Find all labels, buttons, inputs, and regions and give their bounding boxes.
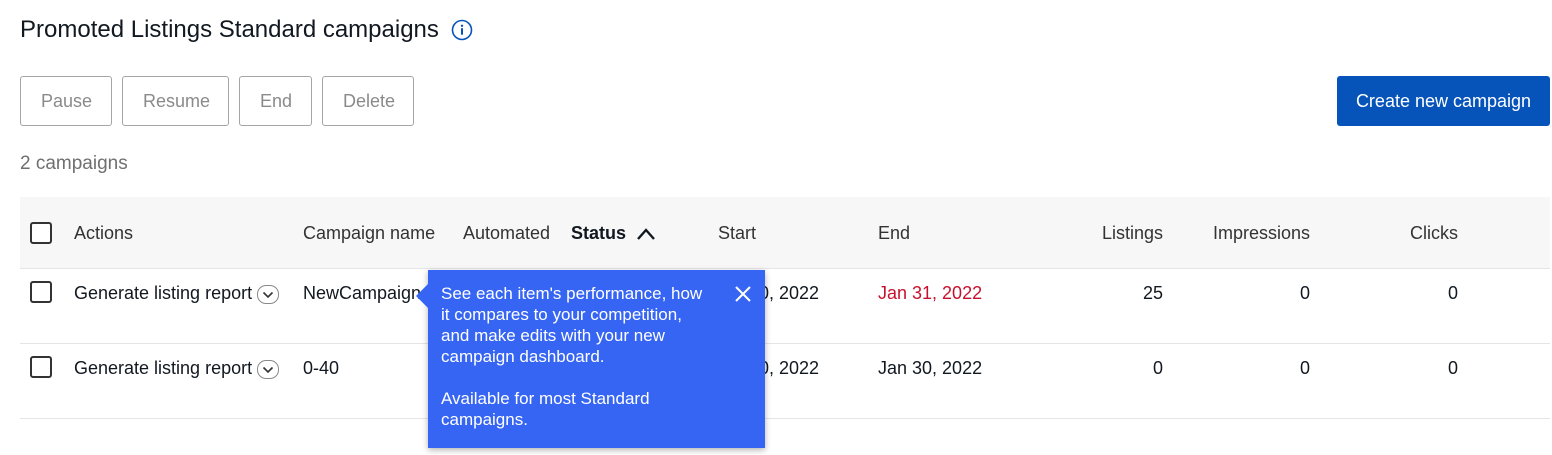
generate-report-link[interactable]: Generate listing report xyxy=(74,283,252,304)
generate-report-link[interactable]: Generate listing report xyxy=(74,358,252,379)
header-automated[interactable]: Automated xyxy=(463,223,550,244)
header-clicks[interactable]: Clicks xyxy=(1358,223,1458,244)
select-all-checkbox[interactable] xyxy=(30,222,52,244)
resume-button[interactable]: Resume xyxy=(122,76,229,126)
tooltip-text-line: campaign dashboard. xyxy=(441,347,605,366)
campaign-name-link[interactable]: NewCampaign xyxy=(303,283,421,304)
campaign-name: 0-40 xyxy=(303,358,340,378)
header-start[interactable]: Start xyxy=(718,223,756,244)
tooltip-text-line: See each item's performance, how xyxy=(441,284,703,303)
campaigns-table: Actions Campaign name Automated Status S… xyxy=(20,197,1550,419)
header-impressions[interactable]: Impressions xyxy=(1190,223,1310,244)
clicks-count: 0 xyxy=(1447,358,1458,378)
delete-button[interactable]: Delete xyxy=(322,76,414,126)
impressions-count: 0 xyxy=(1299,283,1310,303)
table-row: Generate listing report 0-40 0, 2022 Jan… xyxy=(20,344,1550,419)
impressions-count: 0 xyxy=(1299,358,1310,378)
table-header: Actions Campaign name Automated Status S… xyxy=(20,197,1550,269)
chevron-down-icon[interactable] xyxy=(257,285,279,304)
header-listings[interactable]: Listings xyxy=(1063,223,1163,244)
close-icon[interactable] xyxy=(733,284,753,304)
dashboard-tooltip: See each item's performance, how it comp… xyxy=(416,270,765,448)
table-row: Generate listing report NewCampaign 0, 2… xyxy=(20,269,1550,344)
chevron-up-icon xyxy=(637,227,655,240)
page-title-text: Promoted Listings Standard campaigns xyxy=(20,16,439,43)
header-end[interactable]: End xyxy=(878,223,910,244)
row-checkbox[interactable] xyxy=(30,356,52,378)
end-button[interactable]: End xyxy=(239,76,312,126)
start-date: 0, 2022 xyxy=(759,358,820,378)
row-checkbox[interactable] xyxy=(30,281,52,303)
end-date: Jan 31, 2022 xyxy=(878,283,983,303)
end-date: Jan 30, 2022 xyxy=(878,358,983,378)
listings-count: 0 xyxy=(1152,358,1163,378)
listings-count: 25 xyxy=(1142,283,1163,303)
header-campaign-name[interactable]: Campaign name xyxy=(303,223,435,244)
pause-button[interactable]: Pause xyxy=(20,76,112,126)
action-toolbar: Pause Resume End Delete xyxy=(20,76,414,126)
page-title: Promoted Listings Standard campaigns xyxy=(20,16,473,44)
header-actions: Actions xyxy=(74,223,134,243)
info-icon[interactable] xyxy=(451,19,473,41)
tooltip-text-line: Available for most Standard xyxy=(441,389,650,408)
start-date: 0, 2022 xyxy=(759,283,820,303)
campaign-count: 2 campaigns xyxy=(20,153,128,174)
chevron-down-icon[interactable] xyxy=(257,360,279,379)
tooltip-pointer xyxy=(416,284,428,308)
header-status[interactable]: Status xyxy=(571,223,656,244)
tooltip-text-line: campaigns. xyxy=(441,410,528,429)
tooltip-text-line: it compares to your competition, xyxy=(441,305,682,324)
header-status-label: Status xyxy=(571,223,627,243)
create-campaign-button[interactable]: Create new campaign xyxy=(1337,76,1550,126)
clicks-count: 0 xyxy=(1447,283,1458,303)
tooltip-text-line: and make edits with your new xyxy=(441,326,665,345)
